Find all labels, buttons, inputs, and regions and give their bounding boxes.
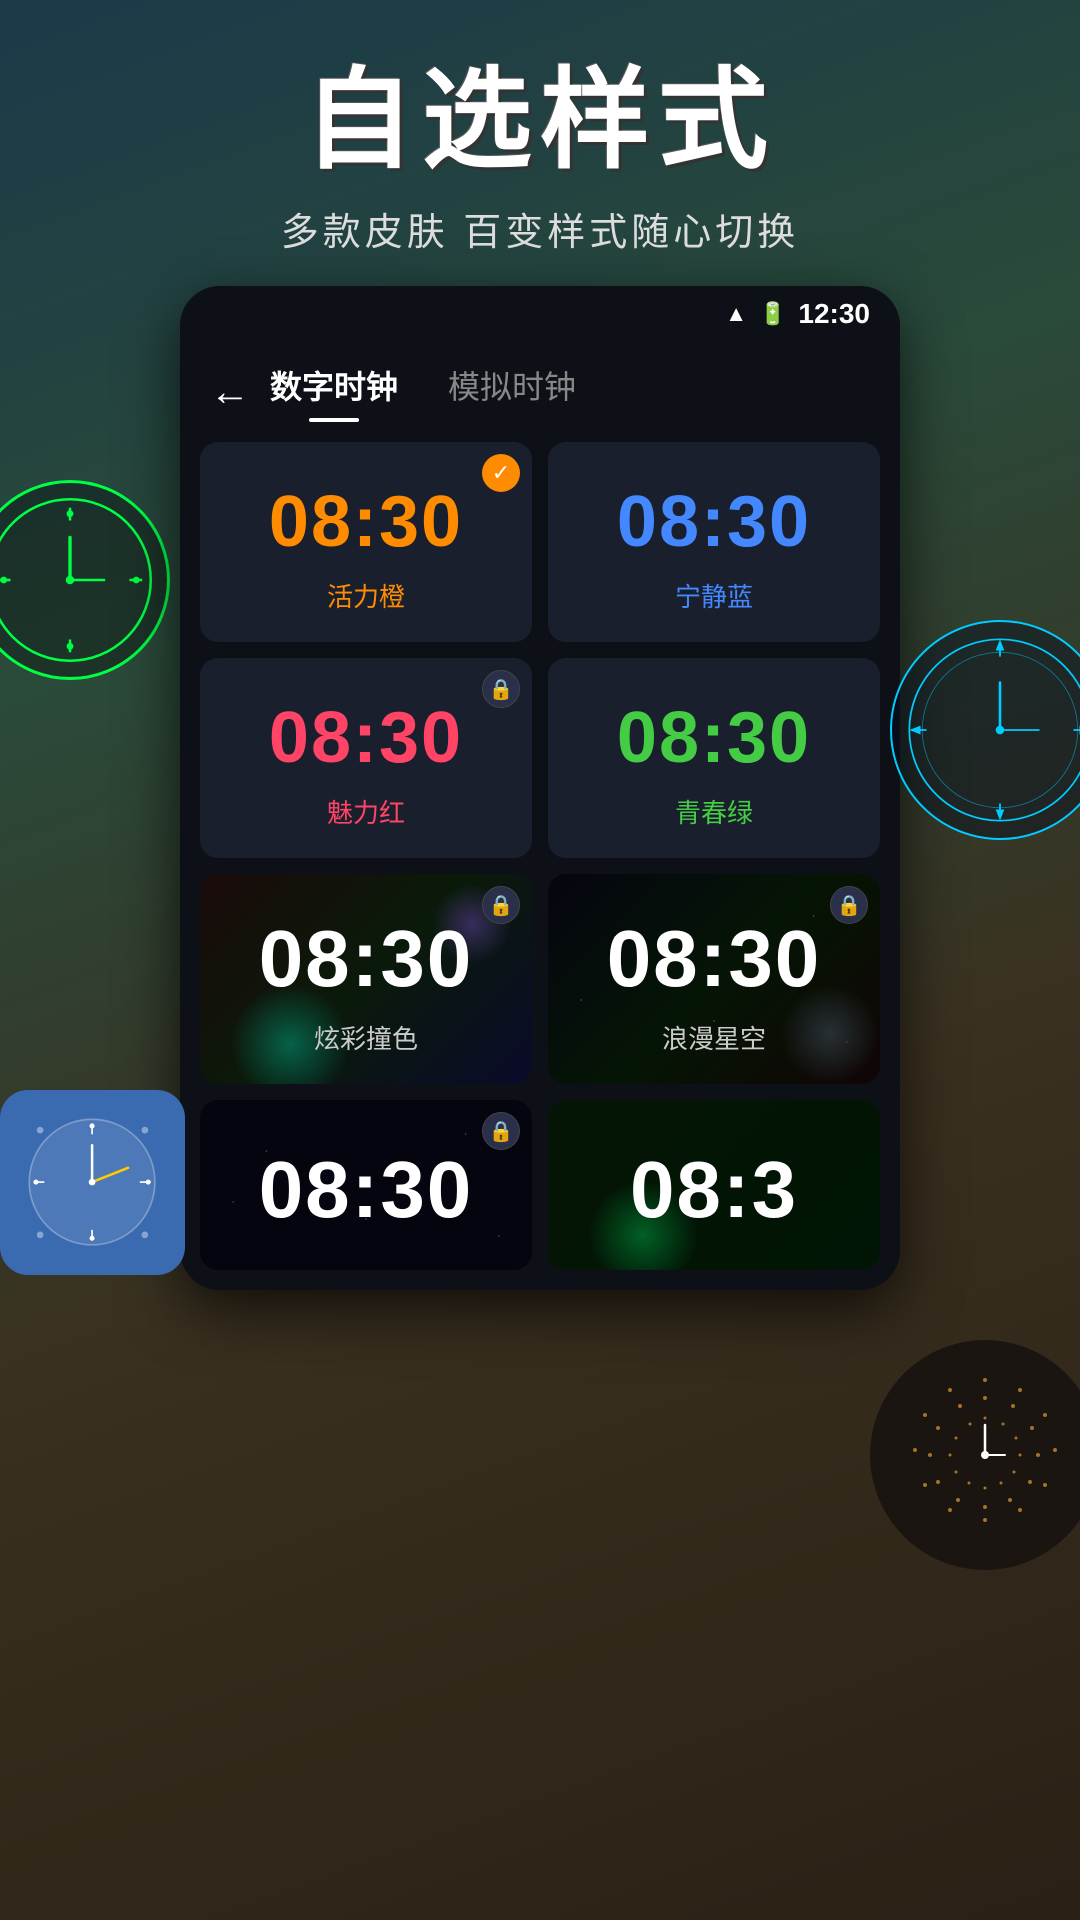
clock-card-vitality-orange[interactable]: ✓ 08:30 活力橙 xyxy=(200,442,532,642)
status-time: 12:30 xyxy=(798,298,870,330)
status-bar: ▲ 🔋 12:30 xyxy=(180,286,900,342)
clock-card-youth-green[interactable]: 08:30 青春绿 xyxy=(548,658,880,858)
clock-grid: ✓ 08:30 活力橙 08:30 宁静蓝 🔒 08:30 魅力红 08:30 … xyxy=(180,422,900,1290)
tab-digital[interactable]: 数字时钟 xyxy=(270,362,398,422)
clock-label-green: 青春绿 xyxy=(675,793,753,830)
clock-label-orange: 活力橙 xyxy=(327,577,405,614)
clock-label-blue: 宁静蓝 xyxy=(675,577,753,614)
back-button[interactable]: ← xyxy=(210,370,250,415)
clock-card-partial-2[interactable]: 08:3 xyxy=(548,1100,880,1270)
clock-time-partial2: 08:3 xyxy=(630,1144,798,1236)
decorative-green-clock xyxy=(0,480,170,680)
clock-card-calm-blue[interactable]: 08:30 宁静蓝 xyxy=(548,442,880,642)
lock-badge-dazzle: 🔒 xyxy=(482,886,520,924)
lock-badge-romantic: 🔒 xyxy=(830,886,868,924)
battery-icon: 🔋 xyxy=(759,301,786,327)
tab-container: 数字时钟 模拟时钟 xyxy=(270,362,870,422)
phone-mockup: ▲ 🔋 12:30 ← 数字时钟 模拟时钟 ✓ 08:30 活力橙 08:30 … xyxy=(180,286,900,1290)
clock-time-dazzle: 08:30 xyxy=(259,913,474,1005)
clock-label-pink: 魅力红 xyxy=(327,793,405,830)
decorative-spiral-clock xyxy=(870,1340,1080,1570)
selected-badge: ✓ xyxy=(482,454,520,492)
decorative-cyan-clock xyxy=(890,620,1080,840)
clock-time-blue: 08:30 xyxy=(617,481,811,563)
clock-card-charm-red[interactable]: 🔒 08:30 魅力红 xyxy=(200,658,532,858)
page-sub-title: 多款皮肤 百变样式随心切换 xyxy=(0,201,1080,256)
signal-icon: ▲ xyxy=(725,301,747,327)
lock-badge-partial1: 🔒 xyxy=(482,1112,520,1150)
clock-time-green: 08:30 xyxy=(617,697,811,779)
clock-label-romantic: 浪漫星空 xyxy=(662,1019,766,1056)
tab-analog[interactable]: 模拟时钟 xyxy=(448,362,576,422)
lock-badge-red: 🔒 xyxy=(482,670,520,708)
clock-card-romantic[interactable]: 🔒 08:30 浪漫星空 xyxy=(548,874,880,1084)
page-main-title: 自选样式 xyxy=(0,60,1080,181)
clock-label-dazzle: 炫彩撞色 xyxy=(314,1019,418,1056)
page-wrapper: 自选样式 多款皮肤 百变样式随心切换 ▲ 🔋 12:30 ← 数字时钟 模拟时钟… xyxy=(0,0,1080,1920)
clock-card-dazzle[interactable]: 🔒 08:30 炫彩撞色 xyxy=(200,874,532,1084)
header-section: 自选样式 多款皮肤 百变样式随心切换 xyxy=(0,0,1080,286)
clock-time-romantic: 08:30 xyxy=(607,913,822,1005)
clock-time-pink: 08:30 xyxy=(269,697,463,779)
clock-time-orange: 08:30 xyxy=(269,481,463,563)
clock-time-partial1: 08:30 xyxy=(259,1144,474,1236)
clock-card-partial-1[interactable]: 🔒 08:30 xyxy=(200,1100,532,1270)
decorative-blue-square-clock xyxy=(0,1090,185,1275)
app-header: ← 数字时钟 模拟时钟 xyxy=(180,342,900,422)
